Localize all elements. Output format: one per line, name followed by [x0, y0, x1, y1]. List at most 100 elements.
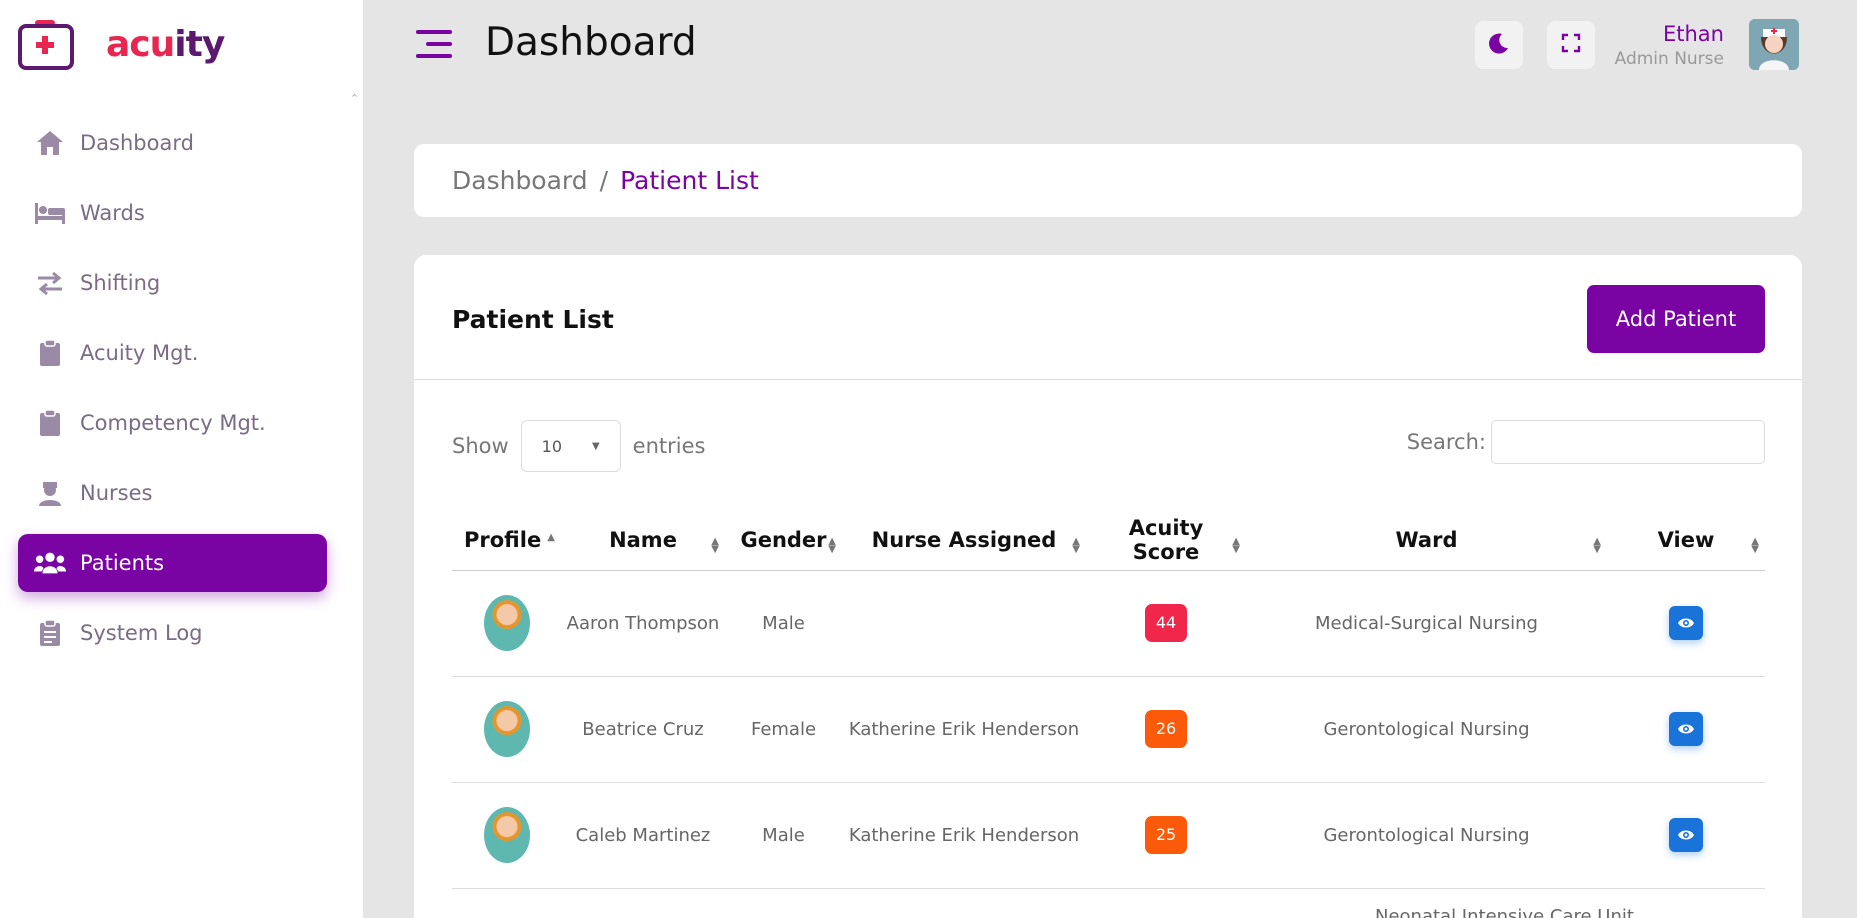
column-header-acuity-score[interactable]: Acuity Score ▲ ▼ [1086, 510, 1246, 571]
medical-kit-icon [18, 18, 74, 70]
acuity-score-badge: 25 [1145, 816, 1187, 854]
sidebar-item-label: Acuity Mgt. [80, 341, 199, 365]
sort-icon: ▲ ▼ [1593, 536, 1601, 555]
sidebar-nav: Dashboard Wards Shifting Acuity Mgt. Com… [18, 114, 327, 674]
bed-icon [34, 197, 66, 229]
view-patient-button[interactable] [1669, 712, 1703, 746]
sort-icon: ▲ ▼ [1232, 536, 1240, 555]
patient-name: Aaron Thompson [561, 570, 725, 677]
sidebar-item-dashboard[interactable]: Dashboard [18, 114, 327, 172]
sort-icon: ▲ ▼ [828, 536, 836, 555]
sidebar-item-label: Competency Mgt. [80, 411, 266, 435]
patient-avatar [483, 595, 530, 651]
column-header-view[interactable]: View ▲ ▼ [1607, 510, 1765, 571]
entries-value: 10 [541, 436, 563, 456]
eye-icon [1677, 613, 1695, 634]
sort-icon: ▲ ▼ [1751, 536, 1759, 555]
breadcrumb-root-link[interactable]: Dashboard [452, 166, 588, 195]
sidebar-item-label: Wards [80, 201, 145, 225]
sidebar-item-label: Nurses [80, 481, 153, 505]
clipboard-list-icon [34, 617, 66, 649]
eye-icon [1677, 825, 1695, 846]
entries-control: Show 10 ▼ entries [452, 420, 705, 472]
patient-gender: Male [725, 782, 842, 889]
table-row: Beatrice Cruz Female Katherine Erik Hend… [452, 676, 1765, 783]
user-role: Admin Nurse [1614, 49, 1724, 69]
nurse-icon [34, 477, 66, 509]
patient-table: Profile ▲ Name ▲ ▼ Gender ▲ ▼ Nurse Assigned ▲… [452, 510, 1765, 889]
sidebar-item-patients[interactable]: Patients [18, 534, 327, 592]
card-title: Patient List [452, 305, 614, 334]
view-patient-button[interactable] [1669, 606, 1703, 640]
column-header-name[interactable]: Name ▲ ▼ [561, 510, 725, 571]
acuity-score-badge: 26 [1145, 710, 1187, 748]
sidebar-item-label: System Log [80, 621, 203, 645]
show-label: Show [452, 434, 509, 458]
page-title: Dashboard [485, 20, 697, 65]
patient-ward: Medical-Surgical Nursing [1246, 570, 1607, 677]
clipboard-icon [34, 337, 66, 369]
search-control: Search: [1407, 420, 1765, 464]
sidebar-item-shifting[interactable]: Shifting [18, 254, 327, 312]
entries-label: entries [632, 434, 706, 458]
patient-avatar [483, 701, 530, 757]
sidebar-item-acuity-mgt[interactable]: Acuity Mgt. [18, 324, 327, 382]
column-header-profile[interactable]: Profile ▲ [452, 510, 561, 571]
patient-nurse [842, 570, 1086, 677]
card-header: Patient List Add Patient [414, 255, 1802, 380]
dark-mode-toggle[interactable] [1475, 21, 1523, 69]
column-header-ward[interactable]: Ward ▲ ▼ [1246, 510, 1607, 571]
patient-gender: Male [725, 570, 842, 677]
breadcrumb: Dashboard / Patient List [414, 144, 1802, 217]
home-icon [34, 127, 66, 159]
patient-name: Beatrice Cruz [561, 676, 725, 783]
user-name[interactable]: Ethan [1663, 22, 1724, 46]
patient-avatar [483, 807, 530, 863]
patient-nurse: Katherine Erik Henderson [842, 782, 1086, 889]
patient-gender: Female [725, 676, 842, 783]
sidebar-item-label: Patients [80, 551, 165, 575]
sidebar-item-competency-mgt[interactable]: Competency Mgt. [18, 394, 327, 452]
sidebar-item-nurses[interactable]: Nurses [18, 464, 327, 522]
patient-list-card: Patient List Add Patient Show 10 ▼ entri… [414, 255, 1802, 918]
table-header-row: Profile ▲ Name ▲ ▼ Gender ▲ ▼ Nurse Assigned ▲… [452, 510, 1765, 571]
breadcrumb-current: Patient List [620, 166, 759, 195]
sort-icon: ▲ ▼ [1072, 536, 1080, 555]
chevron-down-icon: ▼ [591, 440, 600, 452]
fullscreen-icon [1561, 33, 1581, 57]
brand-name: acuity [106, 23, 225, 65]
patient-name: Caleb Martinez [561, 782, 725, 889]
column-header-gender[interactable]: Gender ▲ ▼ [725, 510, 842, 571]
acuity-score-badge: 44 [1145, 604, 1187, 642]
sidebar-item-wards[interactable]: Wards [18, 184, 327, 242]
table-row: Caleb Martinez Male Katherine Erik Hende… [452, 782, 1765, 889]
sidebar-item-system-log[interactable]: System Log [18, 604, 327, 662]
add-patient-button[interactable]: Add Patient [1587, 285, 1765, 353]
breadcrumb-separator: / [599, 166, 609, 195]
search-label: Search: [1406, 430, 1486, 454]
sidebar-item-label: Shifting [80, 271, 161, 295]
moon-icon [1488, 32, 1510, 58]
avatar[interactable] [1749, 19, 1799, 70]
view-patient-button[interactable] [1669, 818, 1703, 852]
patient-ward: Gerontological Nursing [1246, 676, 1607, 783]
sidebar-item-label: Dashboard [80, 131, 194, 155]
patient-ward: Gerontological Nursing [1246, 782, 1607, 889]
patient-nurse: Katherine Erik Henderson [842, 676, 1086, 783]
sidebar-scroll-up-icon[interactable]: ⌃ [350, 92, 360, 105]
brand-logo[interactable]: acuity [18, 18, 225, 70]
sort-icon: ▲ ▼ [711, 536, 719, 555]
sort-asc-icon: ▲ [547, 532, 555, 543]
users-icon [34, 547, 66, 579]
search-input[interactable] [1491, 420, 1765, 464]
column-header-nurse-assigned[interactable]: Nurse Assigned ▲ ▼ [842, 510, 1086, 571]
clipboard-icon [34, 407, 66, 439]
eye-icon [1677, 719, 1695, 740]
table-row: Aaron Thompson Male 44 Medical-Surgical … [452, 570, 1765, 677]
entries-select[interactable]: 10 ▼ [520, 420, 621, 472]
sidebar: acuity ⌃ Dashboard Wards Shifting Acuity [0, 0, 363, 918]
fullscreen-toggle[interactable] [1547, 21, 1595, 69]
partial-row-ward: Neonatal Intensive Care Unit [1375, 906, 1634, 918]
swap-icon [34, 267, 66, 299]
menu-toggle-icon[interactable] [416, 30, 452, 60]
